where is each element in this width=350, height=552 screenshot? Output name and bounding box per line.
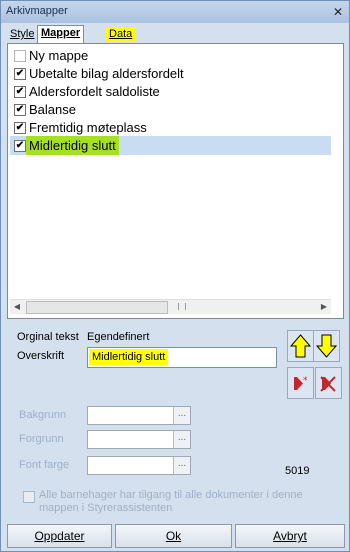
list-item-checkbox[interactable]: ✔	[14, 68, 26, 80]
list-item[interactable]: ✔ Ubetalte bilag aldersfordelt	[10, 64, 331, 83]
list-item-checkbox[interactable]: ✔	[14, 122, 26, 134]
arkivmapper-window: Arkivmapper ✕ Style Mapper Data Ny mappe…	[0, 0, 350, 552]
background-color-field[interactable]: ...	[87, 406, 191, 425]
scroll-thumb[interactable]	[26, 301, 168, 314]
new-folder-button[interactable]: *	[287, 367, 314, 399]
background-picker-button[interactable]: ...	[173, 407, 190, 424]
original-text-label: Orginal tekst	[17, 331, 79, 343]
move-up-button[interactable]	[287, 330, 314, 362]
list-item-label: Ubetalte bilag aldersfordelt	[29, 66, 184, 81]
list-item-label: Fremtidig møteplass	[29, 120, 147, 135]
folder-list: Ny mappe ✔ Ubetalte bilag aldersfordelt …	[7, 43, 344, 319]
list-item-label: Balanse	[29, 102, 76, 117]
arrow-up-icon	[290, 334, 311, 358]
list-item-checkbox[interactable]: ✔	[14, 104, 26, 116]
svg-text:*: *	[303, 376, 308, 386]
scroll-left-icon[interactable]: ◀	[10, 300, 24, 314]
scroll-right-icon[interactable]: ▶	[317, 300, 331, 314]
close-icon[interactable]: ✕	[331, 5, 345, 19]
list-item-label: Aldersfordelt saldoliste	[29, 84, 160, 99]
list-item-checkbox[interactable]	[14, 50, 26, 62]
list-item[interactable]: ✔ Fremtidig møteplass	[10, 118, 331, 137]
foreground-color-field[interactable]: ...	[87, 430, 191, 449]
record-number: 5019	[285, 465, 310, 477]
access-checkbox[interactable]	[23, 491, 35, 503]
font-color-label: Font farge	[19, 459, 70, 471]
list-item-checkbox[interactable]: ✔	[14, 86, 26, 98]
background-label: Bakgrunn	[19, 409, 67, 421]
list-item-selected[interactable]: ✔ Midlertidig slutt	[10, 136, 331, 155]
heading-label: Overskrift	[17, 350, 65, 362]
list-item[interactable]: ✔ Aldersfordelt saldoliste	[10, 82, 331, 101]
font-color-field[interactable]: ...	[87, 456, 191, 475]
access-option-label: Alle barnehager har tilgang til alle dok…	[39, 489, 303, 514]
original-text-value: Egendefinert	[87, 331, 150, 343]
arrow-down-icon	[316, 334, 337, 358]
scroll-grip	[178, 303, 186, 310]
list-item[interactable]: ✔ Balanse	[10, 100, 331, 119]
update-button[interactable]: Oppdater	[7, 524, 112, 548]
foreground-label: Forgrunn	[19, 433, 64, 445]
list-item[interactable]: Ny mappe	[10, 46, 331, 65]
heading-input[interactable]: Midlertidig slutt	[87, 347, 277, 368]
font-color-picker-button[interactable]: ...	[173, 457, 190, 474]
foreground-picker-button[interactable]: ...	[173, 431, 190, 448]
delete-folder-button[interactable]	[315, 367, 342, 399]
move-down-button[interactable]	[313, 330, 340, 362]
list-item-label: Midlertidig slutt	[26, 136, 119, 155]
window-title: Arkivmapper	[6, 5, 68, 17]
title-bar: Arkivmapper ✕	[1, 1, 349, 23]
tab-mapper[interactable]: Mapper	[37, 25, 85, 43]
list-item-label: Ny mappe	[29, 48, 89, 63]
list-item-checkbox[interactable]: ✔	[14, 140, 26, 152]
tab-data[interactable]: Data	[106, 27, 136, 42]
tab-style[interactable]: Style	[7, 27, 37, 42]
ok-button[interactable]: Ok	[115, 524, 232, 548]
heading-input-value: Midlertidig slutt	[89, 349, 169, 365]
new-folder-icon: *	[294, 376, 308, 390]
cancel-button[interactable]: Avbryt	[235, 524, 345, 548]
delete-folder-icon	[320, 376, 336, 392]
horizontal-scrollbar[interactable]: ◀ ▶	[10, 299, 331, 314]
